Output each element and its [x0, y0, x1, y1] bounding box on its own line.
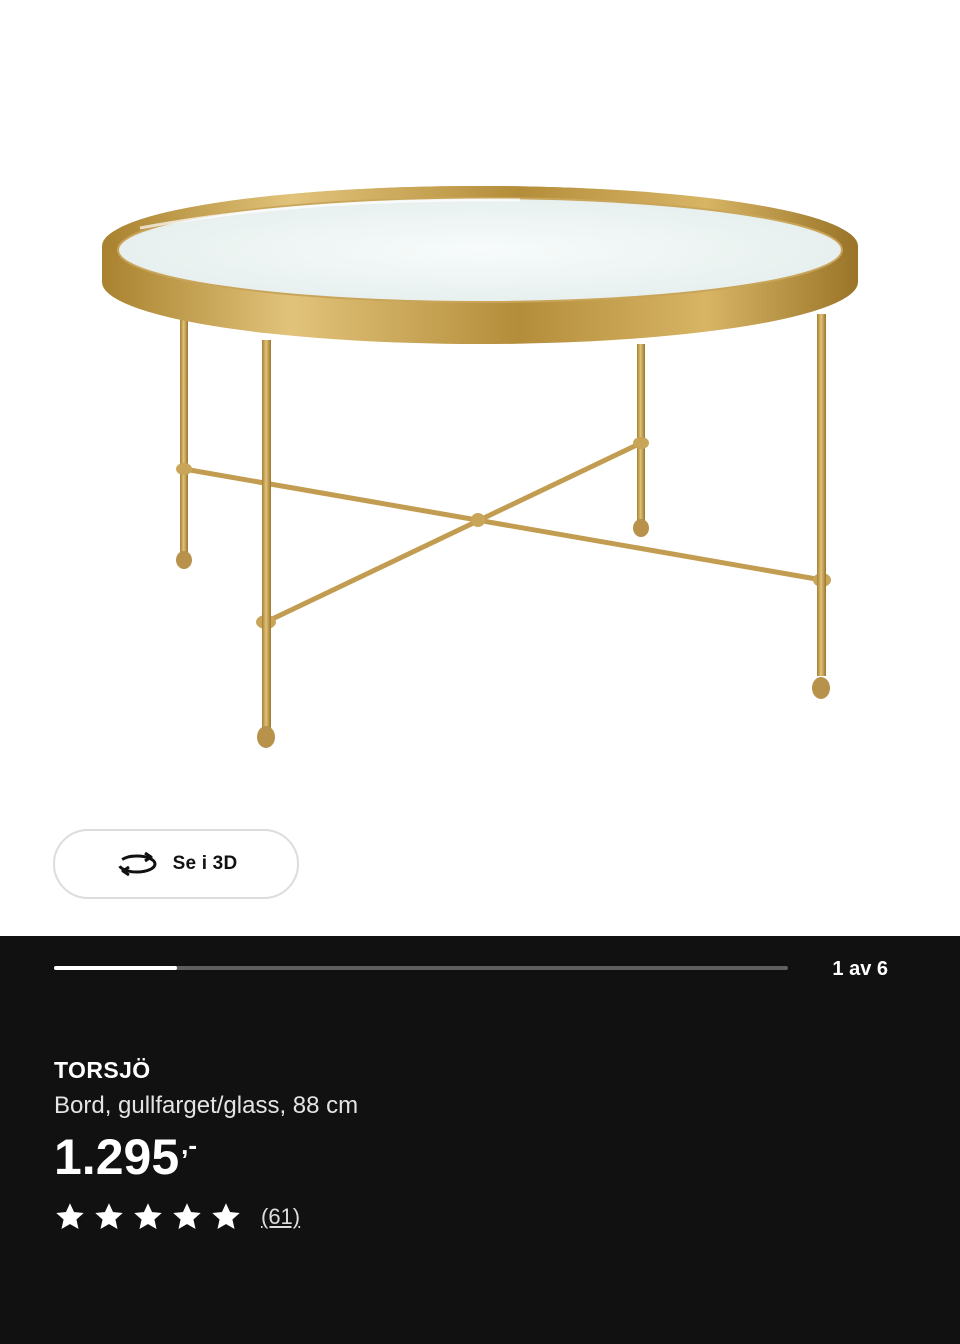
star-icon: [56, 1203, 84, 1229]
star-icon: [173, 1203, 201, 1229]
star-icon: [212, 1203, 240, 1229]
price-value: 1.295: [54, 1129, 180, 1185]
star-icon: [95, 1203, 123, 1229]
rotate-3d-icon: [115, 850, 159, 878]
view-3d-label: Se i 3D: [172, 853, 238, 874]
view-3d-button[interactable]: Se i 3D: [53, 829, 299, 899]
gallery-counter: 1 av 6: [832, 958, 888, 980]
product-info-panel: 1 av 6 TORSJÖ Bord, gullfarget/glass, 88…: [0, 936, 960, 1344]
product-name: TORSJÖ: [54, 1057, 151, 1083]
star-icon: [134, 1203, 162, 1229]
review-count-link[interactable]: (61): [261, 1204, 300, 1230]
product-price: 1.295 ,-: [54, 1132, 197, 1182]
product-image: [0, 0, 960, 936]
product-rating[interactable]: (61): [54, 1202, 300, 1232]
product-description: Bord, gullfarget/glass, 88 cm: [54, 1092, 359, 1119]
gallery-progress-fill: [54, 966, 177, 970]
gallery-progress-bar: [54, 966, 788, 970]
price-suffix: ,-: [181, 1130, 198, 1160]
product-image-area[interactable]: Se i 3D: [0, 0, 960, 936]
